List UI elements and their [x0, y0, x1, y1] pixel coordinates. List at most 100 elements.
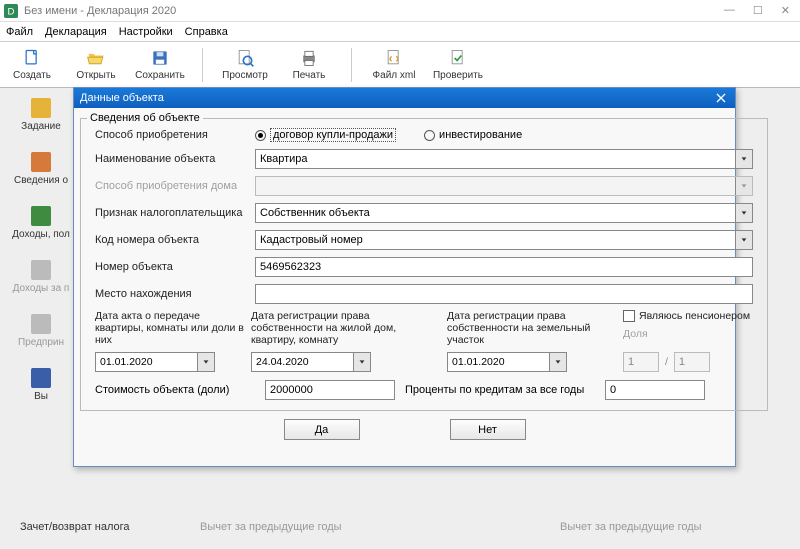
- file-xml-icon: [384, 48, 404, 68]
- radio-purchase-contract[interactable]: договор купли-продажи: [255, 128, 396, 142]
- share-label: Доля: [623, 328, 753, 340]
- nav-label: Предприн: [18, 337, 64, 348]
- check-button[interactable]: Проверить: [432, 48, 484, 81]
- open-button[interactable]: Открыть: [70, 48, 122, 81]
- new-button[interactable]: Создать: [6, 48, 58, 81]
- check-label: Проверить: [433, 70, 483, 81]
- share-divider: /: [665, 356, 668, 368]
- radio-label: договор купли-продажи: [270, 128, 396, 142]
- yes-button[interactable]: Да: [284, 419, 360, 440]
- input-value: 1: [628, 356, 634, 368]
- nav-declarant[interactable]: Сведения о: [6, 152, 76, 186]
- left-nav: Задание Сведения о Доходы, пол Доходы за…: [6, 98, 76, 402]
- button-label: Нет: [478, 424, 497, 436]
- object-name-select[interactable]: Квартира: [255, 149, 753, 169]
- menu-file[interactable]: Файл: [6, 26, 33, 38]
- date-value: 01.01.2020: [100, 356, 153, 368]
- preview-button[interactable]: Просмотр: [219, 48, 271, 81]
- input-value: 1: [679, 356, 685, 368]
- pensioner-checkbox[interactable]: Являюсь пенсионером: [623, 310, 753, 322]
- refund-label: Зачет/возврат налога: [20, 521, 130, 533]
- radio-investing[interactable]: инвестирование: [424, 129, 522, 141]
- nav-label: Задание: [21, 121, 61, 132]
- reg-date-land-input[interactable]: 01.01.2020: [447, 352, 567, 372]
- nav-income-rf[interactable]: Доходы, пол: [6, 206, 76, 240]
- act-date-input[interactable]: 01.01.2020: [95, 352, 215, 372]
- object-cost-input[interactable]: 2000000: [265, 380, 395, 400]
- chevron-down-icon: [549, 353, 566, 371]
- save-button[interactable]: Сохранить: [134, 48, 186, 81]
- object-code-select[interactable]: Кадастровый номер: [255, 230, 753, 250]
- nav-label: Вы: [34, 391, 48, 402]
- object-number-input[interactable]: 5469562323: [255, 257, 753, 277]
- acquisition-method-label: Способ приобретения: [95, 129, 255, 141]
- chevron-down-icon: [353, 353, 370, 371]
- close-icon[interactable]: [713, 91, 729, 105]
- object-info-fieldset: Сведения об объекте Способ приобретения …: [80, 112, 768, 411]
- print-icon: [299, 48, 319, 68]
- object-code-label: Код номера объекта: [95, 234, 255, 246]
- select-value: Квартира: [260, 153, 308, 165]
- select-value: Кадастровый номер: [260, 234, 363, 246]
- maximize-icon[interactable]: ☐: [753, 4, 763, 17]
- select-value: Собственник объекта: [260, 207, 370, 219]
- nav-income-foreign[interactable]: Доходы за п: [6, 260, 76, 294]
- share-numerator-input: 1: [623, 352, 659, 372]
- new-label: Создать: [13, 70, 51, 81]
- app-icon: D: [4, 4, 18, 18]
- toolbar-separator: [202, 48, 203, 82]
- date-value: 24.04.2020: [256, 356, 309, 368]
- window-title: Без имени - Декларация 2020: [24, 5, 176, 17]
- house-method-label: Способ приобретения дома: [95, 180, 255, 192]
- radio-label: инвестирование: [439, 129, 522, 141]
- prev-years-label: Вычет за предыдущие годы: [200, 521, 342, 533]
- input-value: 0: [610, 384, 616, 396]
- object-number-label: Номер объекта: [95, 261, 255, 273]
- window-titlebar: D Без имени - Декларация 2020 — ☐ ✕: [0, 0, 800, 22]
- toolbar: Создать Открыть Сохранить Просмотр Печат…: [0, 42, 800, 88]
- print-label: Печать: [293, 70, 326, 81]
- nav-conditions[interactable]: Задание: [6, 98, 76, 132]
- menu-help[interactable]: Справка: [185, 26, 228, 38]
- input-value: 5469562323: [260, 261, 321, 273]
- reg-date-house-label: Дата регистрации права собственности на …: [251, 310, 441, 348]
- menu-settings[interactable]: Настройки: [119, 26, 173, 38]
- nav-label: Сведения о: [14, 175, 68, 186]
- menu-declaration[interactable]: Декларация: [45, 26, 107, 38]
- document-new-icon: [22, 48, 42, 68]
- chevron-down-icon: [735, 231, 752, 249]
- minimize-icon[interactable]: —: [724, 4, 735, 17]
- close-window-icon[interactable]: ✕: [781, 4, 790, 17]
- share-denominator-input: 1: [674, 352, 710, 372]
- filexml-label: Файл xml: [373, 70, 416, 81]
- object-name-label: Наименование объекта: [95, 153, 255, 165]
- chevron-down-icon: [735, 177, 752, 195]
- no-button[interactable]: Нет: [450, 419, 526, 440]
- save-icon: [150, 48, 170, 68]
- credit-interest-input[interactable]: 0: [605, 380, 705, 400]
- reg-date-house-input[interactable]: 24.04.2020: [251, 352, 371, 372]
- prev-years-label-2: Вычет за предыдущие годы: [560, 521, 702, 533]
- location-label: Место нахождения: [95, 288, 255, 300]
- location-input[interactable]: [255, 284, 753, 304]
- print-button[interactable]: Печать: [283, 48, 335, 81]
- dialog-titlebar: Данные объекта: [74, 88, 735, 108]
- preview-label: Просмотр: [222, 70, 268, 81]
- toolbar-separator: [351, 48, 352, 82]
- object-cost-label: Стоимость объекта (доли): [95, 384, 255, 396]
- nav-deductions[interactable]: Вы: [6, 368, 76, 402]
- act-date-label: Дата акта о передаче квартиры, комнаты и…: [95, 310, 245, 348]
- input-value: 2000000: [270, 384, 313, 396]
- save-label: Сохранить: [135, 70, 185, 81]
- taxpayer-sign-select[interactable]: Собственник объекта: [255, 203, 753, 223]
- menubar: Файл Декларация Настройки Справка: [0, 22, 800, 42]
- check-icon: [448, 48, 468, 68]
- checkbox-label: Являюсь пенсионером: [639, 310, 750, 322]
- filexml-button[interactable]: Файл xml: [368, 48, 420, 81]
- fieldset-legend: Сведения об объекте: [87, 112, 203, 124]
- chevron-down-icon: [735, 150, 752, 168]
- object-data-dialog: Данные объекта Сведения об объекте Спосо…: [73, 87, 736, 467]
- house-method-select: [255, 176, 753, 196]
- nav-business[interactable]: Предприн: [6, 314, 76, 348]
- button-label: Да: [315, 424, 329, 436]
